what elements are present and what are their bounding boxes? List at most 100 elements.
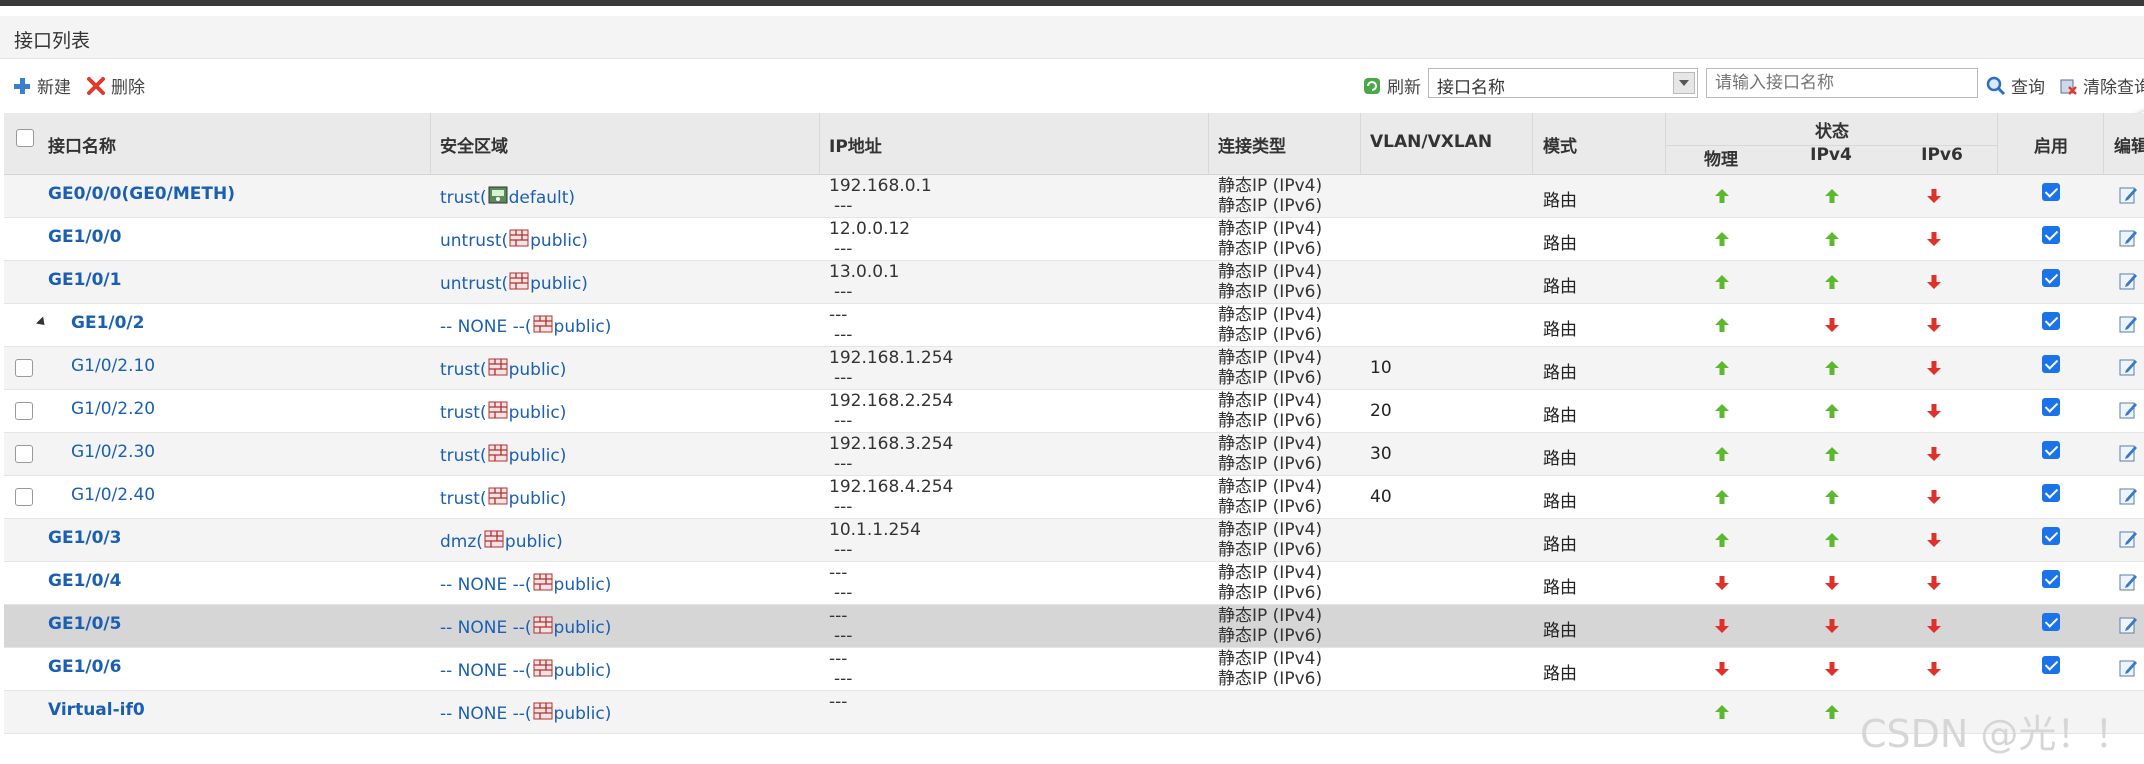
row-checkbox[interactable] (15, 488, 33, 506)
security-zone-link[interactable]: -- NONE --(public) (440, 315, 611, 337)
table-row[interactable]: GE1/0/1 untrust(public) 13.0.0.1 --- 静态IP (I… (4, 261, 2144, 304)
mode-value: 路由 (1543, 363, 1577, 383)
enable-checkbox[interactable] (2042, 527, 2060, 545)
status-up-arrow-icon (1825, 361, 1839, 375)
header-mode[interactable]: 模式 (1533, 113, 1666, 174)
expand-toggle-icon[interactable] (35, 316, 49, 329)
interface-name-link[interactable]: GE1/0/3 (48, 528, 121, 548)
interface-name-link[interactable]: GE1/0/1 (48, 270, 121, 290)
security-zone-link[interactable]: -- NONE --(public) (440, 659, 611, 681)
row-checkbox[interactable] (15, 402, 33, 420)
security-zone-link[interactable]: dmz(public) (440, 530, 563, 552)
interface-name-link[interactable]: GE1/0/4 (48, 571, 121, 591)
enable-checkbox[interactable] (2042, 312, 2060, 330)
security-zone-link[interactable]: trust(public) (440, 487, 566, 509)
enable-checkbox[interactable] (2042, 656, 2060, 674)
firewall-zone-icon (488, 358, 508, 376)
security-zone-link[interactable]: trust(public) (440, 401, 566, 423)
delete-x-icon (87, 76, 105, 95)
panel-header: 接口列表 (0, 16, 2144, 59)
enable-checkbox[interactable] (2042, 269, 2060, 287)
new-button[interactable]: 新建 (12, 73, 71, 98)
table-row[interactable]: GE1/0/4 -- NONE --(public) --- --- 静态IP (IPv… (4, 562, 2144, 605)
mode-value: 路由 (1543, 234, 1577, 254)
row-checkbox[interactable] (15, 359, 33, 377)
status-up-arrow-icon (1825, 705, 1839, 719)
status-up-arrow-icon (1715, 318, 1729, 332)
chevron-down-icon[interactable] (1673, 72, 1695, 94)
interface-name-link[interactable]: G1/0/2.40 (71, 485, 155, 505)
edit-icon[interactable] (2118, 357, 2138, 377)
enable-checkbox[interactable] (2042, 183, 2060, 201)
interface-name-link[interactable]: Virtual-if0 (48, 700, 145, 720)
security-zone-link[interactable]: trust(public) (440, 358, 566, 380)
delete-button[interactable]: 删除 (86, 73, 145, 98)
header-name[interactable]: 接口名称 (4, 113, 431, 174)
table-row[interactable]: G1/0/2.40 trust(public) 192.168.4.254 --- 静态… (4, 476, 2144, 519)
security-zone-link[interactable]: -- NONE --(public) (440, 616, 611, 638)
panel-title: 接口列表 (14, 30, 91, 52)
clear-query-button[interactable]: 清除查询 (2058, 73, 2144, 98)
enable-checkbox[interactable] (2042, 570, 2060, 588)
table-row[interactable]: GE1/0/3 dmz(public) 10.1.1.254 --- 静态IP (IPv… (4, 519, 2144, 562)
interface-name-link[interactable]: G1/0/2.20 (71, 399, 155, 419)
refresh-button[interactable]: 刷新 (1362, 73, 1421, 98)
query-button[interactable]: 查询 (1986, 73, 2045, 98)
security-zone-link[interactable]: untrust(public) (440, 229, 588, 251)
edit-icon[interactable] (2118, 185, 2138, 205)
edit-icon[interactable] (2118, 658, 2138, 678)
edit-icon[interactable] (2118, 314, 2138, 334)
header-zone[interactable]: 安全区域 (431, 113, 820, 174)
status-down-arrow-icon (1927, 447, 1941, 461)
interface-name-link[interactable]: GE1/0/6 (48, 657, 121, 677)
interface-name-link[interactable]: GE1/0/0 (48, 227, 121, 247)
enable-checkbox[interactable] (2042, 441, 2060, 459)
connection-type-cell: 静态IP (IPv4) 静态IP (IPv6) (1218, 262, 1323, 302)
edit-icon[interactable] (2118, 400, 2138, 420)
row-checkbox[interactable] (15, 445, 33, 463)
table-row[interactable]: GE1/0/6 -- NONE --(public) --- --- 静态IP (IPv… (4, 648, 2144, 691)
header-ip[interactable]: IP地址 (820, 113, 1209, 174)
edit-icon[interactable] (2118, 271, 2138, 291)
security-zone-link[interactable]: trust(public) (440, 444, 566, 466)
interface-name-link[interactable]: GE1/0/5 (48, 614, 121, 634)
enable-checkbox[interactable] (2042, 398, 2060, 416)
firewall-zone-icon (533, 702, 553, 720)
enable-checkbox[interactable] (2042, 613, 2060, 631)
table-row[interactable]: G1/0/2.20 trust(public) 192.168.2.254 --- 静态… (4, 390, 2144, 433)
enable-checkbox[interactable] (2042, 355, 2060, 373)
edit-icon[interactable] (2118, 572, 2138, 592)
header-conn[interactable]: 连接类型 (1209, 113, 1361, 174)
security-zone-link[interactable]: untrust(public) (440, 272, 588, 294)
interface-name-link[interactable]: G1/0/2.10 (71, 356, 155, 376)
edit-icon[interactable] (2118, 443, 2138, 463)
edit-icon[interactable] (2118, 228, 2138, 248)
interface-name-link[interactable]: GE0/0/0(GE0/METH) (48, 184, 235, 204)
edit-icon[interactable] (2118, 486, 2138, 506)
enable-checkbox[interactable] (2042, 484, 2060, 502)
select-all-checkbox[interactable] (16, 129, 34, 147)
edit-icon[interactable] (2118, 529, 2138, 549)
header-vlan[interactable]: VLAN/VXLAN (1361, 113, 1533, 174)
security-zone-link[interactable]: -- NONE --(public) (440, 573, 611, 595)
firewall-zone-icon (533, 616, 553, 634)
interface-name-link[interactable]: GE1/0/2 (71, 313, 144, 333)
table-row[interactable]: Virtual-if0 -- NONE --(public) --- (4, 691, 2144, 734)
table-row[interactable]: GE1/0/2 -- NONE --(public) --- --- 静态IP (IPv… (4, 304, 2144, 347)
interface-name-link[interactable]: G1/0/2.30 (71, 442, 155, 462)
table-row[interactable]: GE1/0/0 untrust(public) 12.0.0.12 --- 静态IP (… (4, 218, 2144, 261)
ip-address-cell: --- --- (829, 563, 853, 603)
security-zone-link[interactable]: -- NONE --(public) (440, 702, 611, 724)
mode-value: 路由 (1543, 664, 1577, 684)
enable-checkbox[interactable] (2042, 226, 2060, 244)
security-zone-link[interactable]: trust(default) (440, 186, 575, 208)
filter-field-select[interactable]: 接口名称 (1428, 68, 1698, 98)
table-row[interactable]: G1/0/2.30 trust(public) 192.168.3.254 --- 静态… (4, 433, 2144, 476)
edit-icon[interactable] (2118, 615, 2138, 635)
table-row[interactable]: G1/0/2.10 trust(public) 192.168.1.254 --- 静态… (4, 347, 2144, 390)
table-row[interactable]: GE0/0/0(GE0/METH) trust(default) 192.168.0… (4, 175, 2144, 218)
connection-type-cell: 静态IP (IPv4) 静态IP (IPv6) (1218, 606, 1323, 646)
table-header: 接口名称 安全区域 IP地址 连接类型 VLAN/VXLAN 模式 状态 物理 … (4, 113, 2144, 175)
table-row[interactable]: GE1/0/5 -- NONE --(public) --- --- 静态IP (IPv… (4, 605, 2144, 648)
search-input[interactable] (1706, 68, 1978, 98)
